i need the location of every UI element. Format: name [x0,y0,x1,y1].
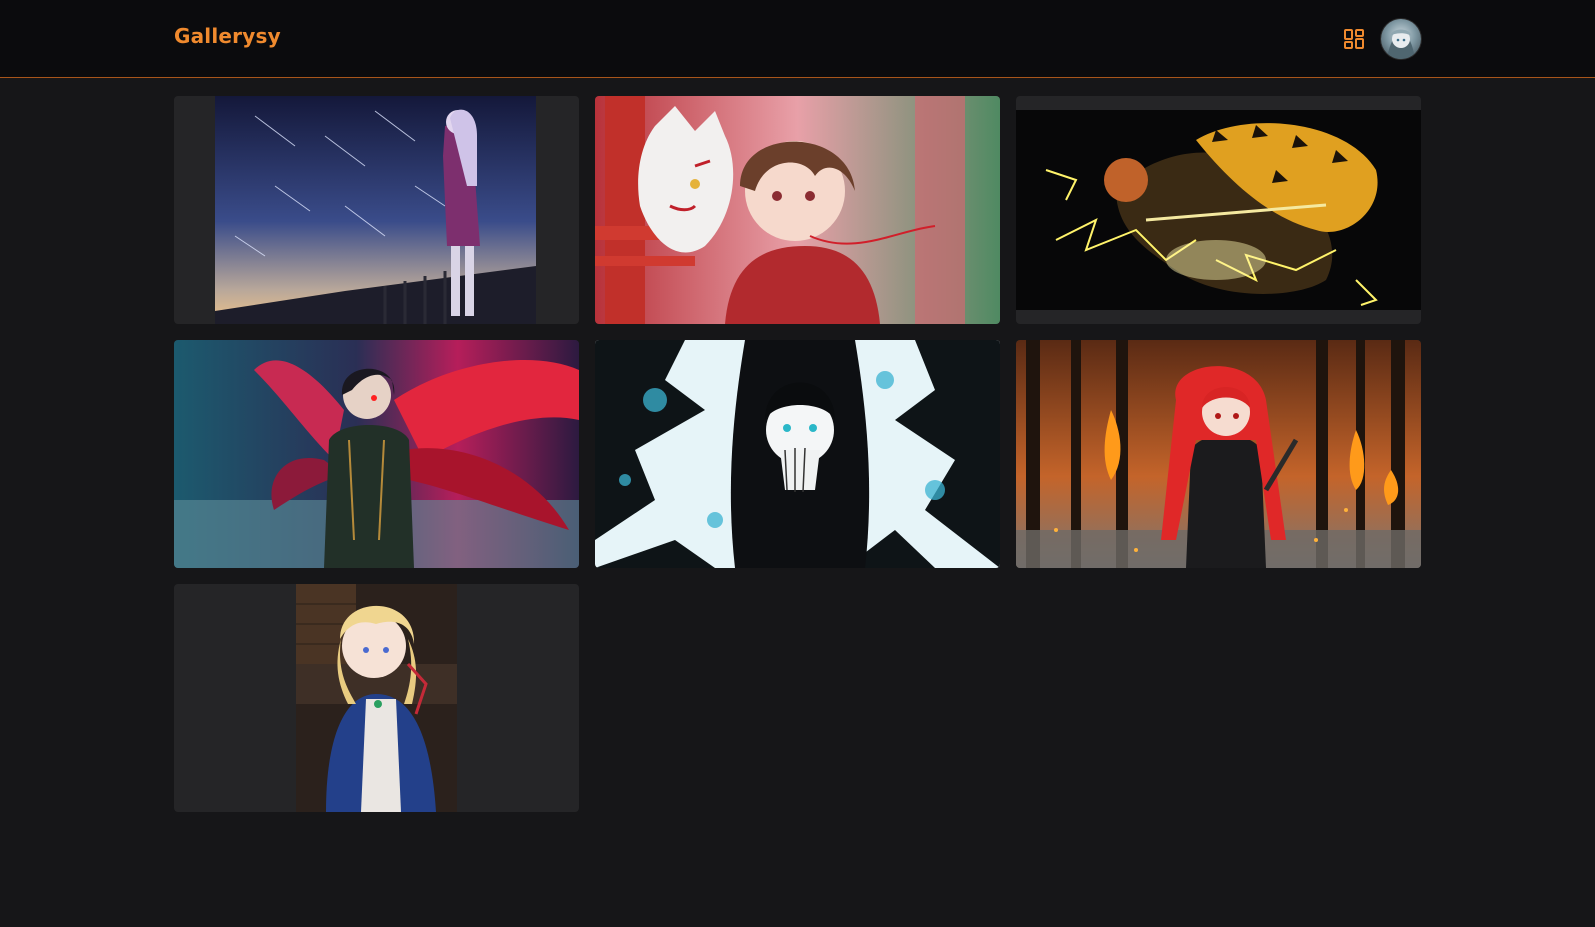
gallery-card-crimson-wings[interactable] [174,340,579,568]
gallery-image-burning-forest [1016,340,1421,568]
brand-logo[interactable]: Gallerysy [174,24,281,48]
gallery-card-blonde-girl[interactable] [174,584,579,812]
top-navbar: Gallerysy [0,0,1595,78]
grid-view-icon[interactable] [1343,28,1365,50]
gallery-image-kitsune [595,96,1000,324]
gallery-image-lightning [1016,110,1421,310]
gallery-image-ink-splash [595,340,1000,568]
gallery-card-meteor[interactable] [174,96,579,324]
gallery-card-kitsune[interactable] [595,96,1000,324]
gallery-image-blonde-girl [296,584,457,812]
gallery-image-crimson-wings [174,340,579,568]
gallery-card-lightning[interactable] [1016,96,1421,324]
gallery-card-ink-splash[interactable] [595,340,1000,568]
user-avatar[interactable] [1381,19,1421,59]
gallery-image-meteor [215,96,536,324]
gallery-card-burning-forest[interactable] [1016,340,1421,568]
